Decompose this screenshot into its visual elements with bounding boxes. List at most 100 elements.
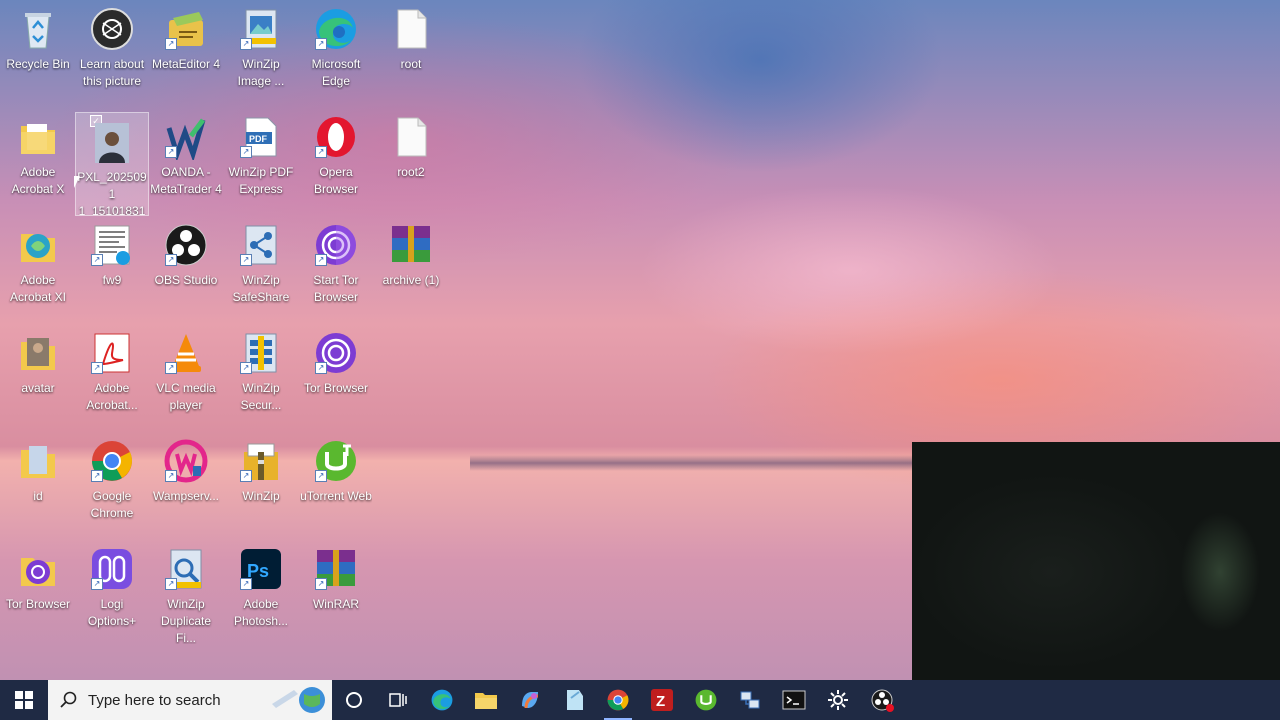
- taskbar-settings[interactable]: [816, 680, 860, 720]
- cortana-button[interactable]: [332, 680, 376, 720]
- desktop-icon-winzip-duplicate[interactable]: ↗ WinZip Duplicate Fi...: [149, 540, 223, 644]
- desktop-icon-winzip-image[interactable]: ↗ WinZip Image ...: [224, 0, 298, 104]
- taskbar-terminal[interactable]: [772, 680, 816, 720]
- desktop-icon-winzip-secure[interactable]: ↗ WinZip Secur...: [224, 324, 298, 428]
- desktop-icon-adobe-acrobat-x[interactable]: Adobe Acrobat X: [1, 108, 75, 212]
- desktop-icon-pxl-photo[interactable]: ✓ PXL_2025091 1_151018318 .MP: [75, 112, 149, 216]
- pdf-icon: PDF ↗: [238, 114, 284, 160]
- taskbar-chrome[interactable]: [596, 680, 640, 720]
- desktop-icon-obs-studio[interactable]: ↗ OBS Studio: [149, 216, 223, 320]
- desktop-icon-logi-options[interactable]: ↗ Logi Options+: [75, 540, 149, 644]
- desktop-icon-label: Adobe Photosh...: [233, 597, 289, 628]
- winzip-image-icon: ↗: [238, 6, 284, 52]
- winrar-icon: [388, 222, 434, 268]
- desktop-icon-oanda-metatrader[interactable]: ↗ OANDA - MetaTrader 4: [149, 108, 223, 212]
- start-button[interactable]: [0, 680, 48, 720]
- edge-icon: ↗: [313, 6, 359, 52]
- taskbar-utorrent[interactable]: [684, 680, 728, 720]
- edge-icon: [431, 689, 453, 711]
- desktop-icon-label: WinZip Duplicate Fi...: [160, 597, 212, 644]
- safeshare-icon: ↗: [238, 222, 284, 268]
- desktop-icon-winzip-pdf-express[interactable]: PDF ↗ WinZip PDF Express: [224, 108, 298, 212]
- desktop-icon-adobe-photoshop[interactable]: Ps ↗ Adobe Photosh...: [224, 540, 298, 644]
- obs-icon: ↗: [163, 222, 209, 268]
- file-icon: [388, 6, 434, 52]
- shortcut-arrow-icon: ↗: [165, 38, 177, 50]
- task-view-button[interactable]: [376, 680, 420, 720]
- desktop-icon-wampserver[interactable]: ↗ Wampserv...: [149, 432, 223, 536]
- shortcut-arrow-icon: ↗: [240, 146, 252, 158]
- desktop-icon-winzip-safeshare[interactable]: ↗ WinZip SafeShare: [224, 216, 298, 320]
- mouse-cursor: [74, 176, 80, 188]
- desktop-icon-root2[interactable]: root2: [374, 108, 448, 212]
- desktop-icon-label: Adobe Acrobat X: [11, 165, 65, 196]
- desktop-icon-winzip[interactable]: ↗ WinZip: [224, 432, 298, 536]
- desktop-icon-label: avatar: [21, 381, 55, 395]
- logi-icon: ↗: [89, 546, 135, 592]
- desktop-icon-avatar[interactable]: avatar: [1, 324, 75, 428]
- winzip-secure-icon: ↗: [238, 330, 284, 376]
- desktop-icon-label: WinRAR: [312, 597, 359, 611]
- shortcut-arrow-icon: ↗: [315, 362, 327, 374]
- gear-icon: [828, 690, 848, 710]
- shortcut-arrow-icon: ↗: [240, 470, 252, 482]
- desktop-icon-label: WinZip Secur...: [240, 381, 282, 412]
- desktop-icon-vlc[interactable]: ↗ VLC media player: [149, 324, 223, 428]
- desktop-icon-tor-browser[interactable]: ↗ Tor Browser: [299, 324, 373, 428]
- photo-thumb-icon: [89, 119, 135, 165]
- tor-icon: ↗: [313, 330, 359, 376]
- search-icon: [60, 691, 77, 708]
- chrome-icon: [607, 689, 629, 711]
- notes-icon: [567, 690, 583, 710]
- desktop-icon-microsoft-edge[interactable]: ↗ Microsoft Edge: [299, 0, 373, 104]
- tor-icon: ↗: [313, 222, 359, 268]
- document-icon: ↗: [89, 222, 135, 268]
- taskbar-obs[interactable]: [860, 680, 904, 720]
- shortcut-arrow-icon: ↗: [240, 578, 252, 590]
- taskbar-network-app[interactable]: [728, 680, 772, 720]
- desktop-icon-adobe-acrobat-xi[interactable]: Adobe Acrobat XI: [1, 216, 75, 320]
- desktop-icon-archive[interactable]: archive (1): [374, 216, 448, 320]
- recycle-bin-icon: [15, 6, 61, 52]
- desktop-icon-fw9[interactable]: ↗ fw9: [75, 216, 149, 320]
- desktop-icon-tor-browser-folder[interactable]: Tor Browser: [1, 540, 75, 644]
- shortcut-arrow-icon: ↗: [315, 146, 327, 158]
- opera-icon: ↗: [313, 114, 359, 160]
- desktop-icon-label: fw9: [102, 273, 122, 287]
- desktop-icon-google-chrome[interactable]: ↗ Google Chrome: [75, 432, 149, 536]
- desktop-icon-root[interactable]: root: [374, 0, 448, 104]
- shortcut-arrow-icon: ↗: [165, 578, 177, 590]
- desktop-icon-label: WinZip Image ...: [237, 57, 285, 88]
- taskbar-notes[interactable]: [552, 680, 596, 720]
- search-highlight-illustration-icon: [272, 687, 325, 713]
- desktop-icon-label: Google Chrome: [90, 489, 134, 520]
- desktop-icon-start-tor-browser[interactable]: ↗ Start Tor Browser: [299, 216, 373, 320]
- desktop-icon-label: Logi Options+: [87, 597, 137, 628]
- taskbar-filezilla[interactable]: Z: [640, 680, 684, 720]
- desktop-icon-recycle-bin[interactable]: Recycle Bin: [1, 0, 75, 104]
- desktop-icon-winrar[interactable]: ↗ WinRAR: [299, 540, 373, 644]
- file-icon: [388, 114, 434, 160]
- desktop-icon-metaeditor[interactable]: ↗ MetaEditor 4: [149, 0, 223, 104]
- shortcut-arrow-icon: ↗: [315, 254, 327, 266]
- taskbar-copilot[interactable]: [508, 680, 552, 720]
- webcam-overlay: [912, 442, 1280, 680]
- taskbar-search-box[interactable]: Type here to search: [48, 680, 332, 720]
- desktop-icon-label: uTorrent Web: [300, 489, 372, 503]
- desktop-icon-learn-about-picture[interactable]: Learn about this picture: [75, 0, 149, 104]
- vlc-icon: ↗: [163, 330, 209, 376]
- acrobat-icon: ↗: [89, 330, 135, 376]
- desktop-icon-label: Learn about this picture: [79, 57, 145, 88]
- desktop-icon-opera-browser[interactable]: ↗ Opera Browser: [299, 108, 373, 212]
- shortcut-arrow-icon: ↗: [165, 254, 177, 266]
- shortcut-arrow-icon: ↗: [315, 470, 327, 482]
- desktop-icon-adobe-acrobat[interactable]: ↗ Adobe Acrobat...: [75, 324, 149, 428]
- shortcut-arrow-icon: ↗: [91, 362, 103, 374]
- desktop-icon-id[interactable]: id: [1, 432, 75, 536]
- desktop-icon-label: PXL_2025091 1_151018318 .MP: [77, 170, 147, 215]
- taskbar-file-explorer[interactable]: [464, 680, 508, 720]
- desktop-icon-label: Microsoft Edge: [311, 57, 361, 88]
- desktop-icon-utorrent-web[interactable]: ↗ uTorrent Web: [299, 432, 373, 536]
- taskbar-edge[interactable]: [420, 680, 464, 720]
- chrome-icon: ↗: [89, 438, 135, 484]
